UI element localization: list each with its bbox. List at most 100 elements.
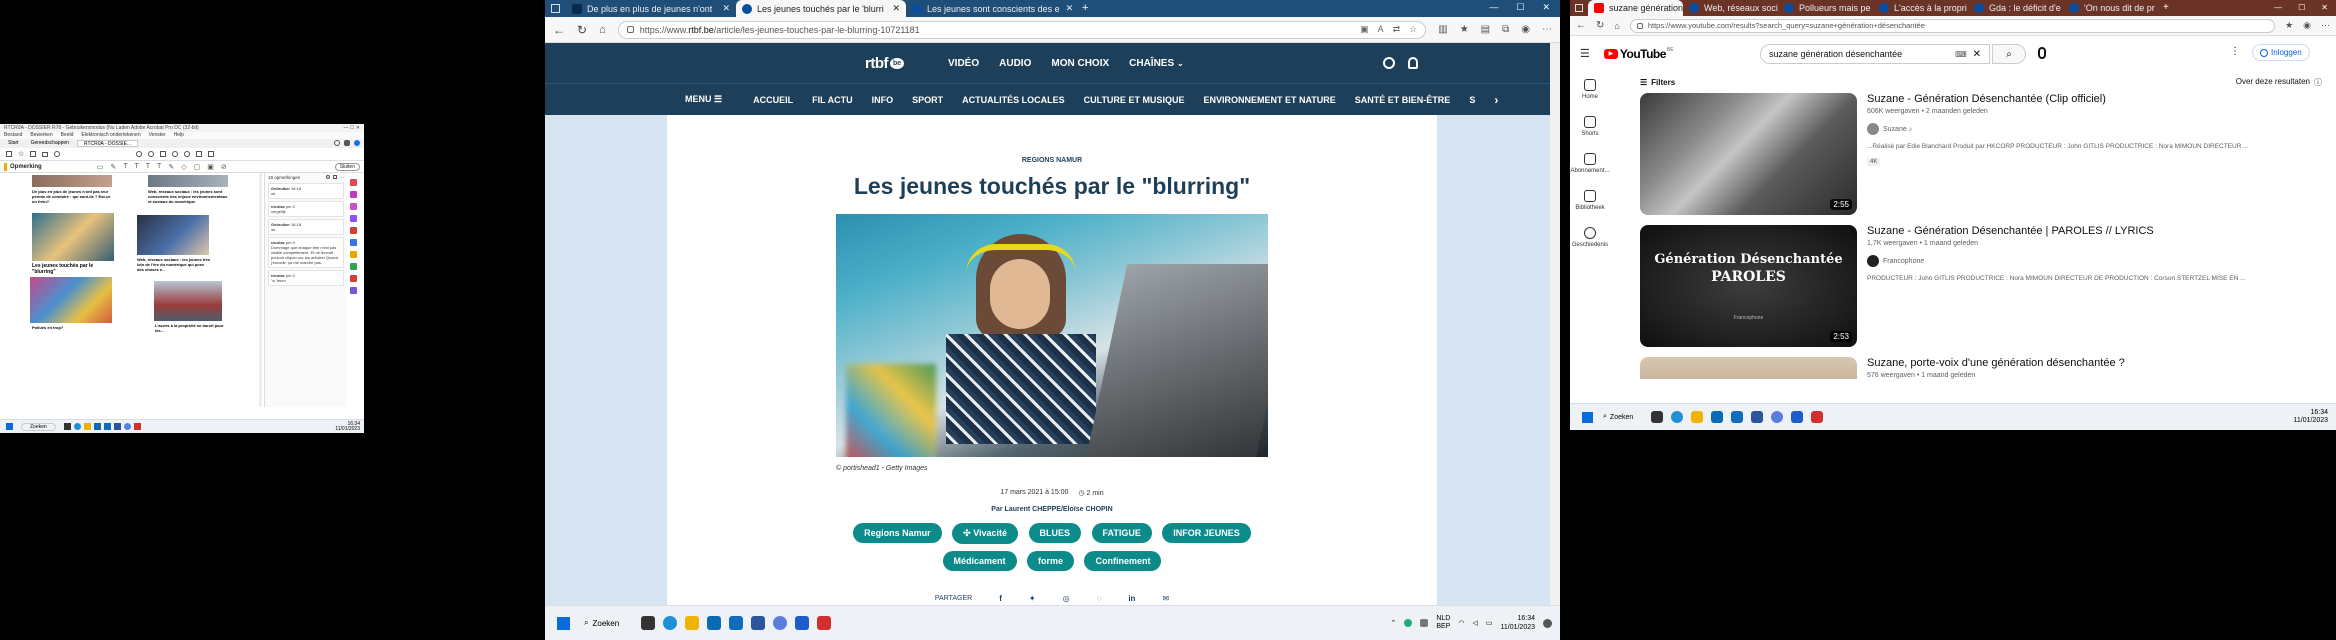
tab-document[interactable]: RTCR0A - DOSSIE... <box>76 140 139 147</box>
video-title[interactable]: Suzane, porte-voix d'une génération dése… <box>1867 357 2257 369</box>
highlight-icon[interactable]: ✎ <box>110 163 116 171</box>
tab[interactable]: De plus en plus de jeunes n'ont ✕ <box>566 0 736 17</box>
window-controls[interactable]: — ☐ ✕ <box>344 125 360 131</box>
nav-sport[interactable]: SPORT <box>912 95 943 105</box>
nav-video[interactable]: VIDÉO <box>948 58 979 69</box>
acrobat-icon[interactable] <box>133 423 141 430</box>
tool-icon[interactable] <box>349 251 357 258</box>
lang-indicator-2[interactable]: BEP <box>1436 623 1450 631</box>
edge-icon[interactable] <box>1671 411 1684 423</box>
more-icon[interactable]: ⋮ <box>2230 46 2240 57</box>
settings-more-icon[interactable]: ⋯ <box>1542 24 1552 35</box>
article-title[interactable]: De plus en plus de jeunes n'ont pas leur… <box>32 189 112 204</box>
article-title[interactable]: Web, réseaux sociaux : les jeunes sont c… <box>148 189 228 204</box>
video-result[interactable]: Suzane, porte-voix d'une génération dése… <box>1640 357 2322 379</box>
sidebar-item-shorts[interactable]: Shorts <box>1570 116 1610 137</box>
outlook-icon[interactable] <box>729 616 744 630</box>
article-kicker[interactable]: REGIONS NAMUR <box>667 157 1437 164</box>
comment-card[interactable]: nicolas pm 0 vergelijk <box>268 201 344 217</box>
menu-venster[interactable]: Venster <box>149 132 166 139</box>
close-window-icon[interactable]: ✕ <box>2321 3 2328 12</box>
home-icon[interactable] <box>6 151 12 157</box>
tag-vivacite[interactable]: ✣ Vivacité <box>952 523 1019 544</box>
nav-sante[interactable]: SANTÉ ET BIEN-ÊTRE <box>1355 95 1451 105</box>
translate-icon[interactable]: ⇄ <box>1393 24 1401 35</box>
tray-icon[interactable] <box>1420 619 1429 627</box>
explorer-icon[interactable] <box>1691 411 1704 423</box>
nav-accueil[interactable]: ACCUEIL <box>753 95 793 105</box>
explorer-icon[interactable] <box>685 616 700 630</box>
linkedin-icon[interactable]: in <box>1128 594 1135 603</box>
user-icon[interactable] <box>1408 57 1418 69</box>
word-icon[interactable] <box>113 423 121 430</box>
favorites-icon[interactable]: ★ <box>1460 24 1469 35</box>
channel-name[interactable]: Suzane ♪ <box>1883 126 1912 133</box>
explorer-icon[interactable] <box>83 423 91 430</box>
tray-chevron-icon[interactable]: ⌃ <box>1390 619 1396 627</box>
extensions-icon[interactable]: ⧉ <box>1502 24 1509 35</box>
minimize-icon[interactable]: — <box>1489 2 1498 13</box>
close-icon[interactable]: ✕ <box>1060 3 1074 14</box>
comment-card[interactable]: nicolas pm 0 '\o 'leum <box>268 270 344 286</box>
mail-icon[interactable] <box>42 151 49 157</box>
keyboard-icon[interactable]: ⌨ <box>1955 50 1967 59</box>
app-available-icon[interactable]: ▣ <box>1360 24 1369 35</box>
mic-icon[interactable] <box>2038 47 2046 59</box>
settings-more-icon[interactable]: ⋯ <box>2321 20 2330 31</box>
channel-avatar[interactable] <box>1867 123 1879 135</box>
video-thumbnail[interactable]: 2:55 <box>1640 93 1857 215</box>
article-title[interactable]: L'accès à la propriété se durcit pour le… <box>155 323 225 333</box>
windows-start-icon[interactable] <box>1582 411 1593 423</box>
sticky-note-icon[interactable]: ▭ <box>97 163 104 171</box>
tag-medicament[interactable]: Médicament <box>942 551 1017 571</box>
taskbar-search[interactable]: Zoeken <box>21 422 56 431</box>
tag-forme[interactable]: forme <box>1027 551 1075 571</box>
close-button[interactable]: Sluiten <box>334 162 360 171</box>
tab[interactable]: L'accès à la propri ✕ <box>1873 0 1968 16</box>
page-scrollbar[interactable] <box>1550 43 1560 605</box>
sidebar-item-library[interactable]: Bibliotheek <box>1570 190 1610 211</box>
search-icon[interactable] <box>54 151 61 157</box>
close-icon[interactable]: ✕ <box>2155 3 2158 14</box>
page-up-icon[interactable] <box>136 151 143 157</box>
outlook-icon[interactable] <box>1731 411 1744 423</box>
article-title[interactable]: Web, réseaux sociaux : les jeunes très l… <box>137 257 211 272</box>
textbox-icon[interactable]: T <box>157 163 161 171</box>
maximize-icon[interactable]: ☐ <box>2298 3 2305 12</box>
acrobat-icon[interactable] <box>1811 411 1824 423</box>
sidebar-item-subscriptions[interactable]: Abonnement... <box>1570 153 1610 174</box>
signin-button[interactable]: Inloggen <box>2252 44 2310 61</box>
shapes-icon[interactable]: ▢ <box>194 163 201 171</box>
tool-icon[interactable] <box>349 203 357 210</box>
messenger-icon[interactable]: ◌ <box>1097 594 1102 603</box>
tag-confinement[interactable]: Confinement <box>1084 551 1162 571</box>
maximize-icon[interactable]: ☐ <box>1516 2 1524 13</box>
filter-icon[interactable] <box>333 175 337 179</box>
acrobat-icon[interactable] <box>817 616 832 630</box>
nav-s[interactable]: S <box>1469 95 1475 105</box>
menu-bestand[interactable]: Bestand <box>4 132 22 139</box>
twitter-icon[interactable]: ✦ <box>1029 594 1036 603</box>
print-icon[interactable] <box>30 151 37 157</box>
tool-icon[interactable] <box>349 191 357 198</box>
zoom-in-icon[interactable] <box>184 151 191 157</box>
attach-icon[interactable]: ⊘ <box>221 163 227 171</box>
hand-icon[interactable] <box>160 151 167 157</box>
nav-audio[interactable]: AUDIO <box>999 58 1031 69</box>
whatsapp-icon[interactable]: ◎ <box>1063 594 1070 603</box>
refresh-icon[interactable]: ↻ <box>1596 20 1604 31</box>
tray-icon[interactable] <box>1404 619 1413 627</box>
outlook-icon[interactable] <box>103 423 111 430</box>
menu-help[interactable]: Help <box>174 132 184 139</box>
app-icon[interactable] <box>795 616 810 630</box>
replace-icon[interactable]: T <box>146 163 150 171</box>
filters-button[interactable]: ☰ Filters <box>1640 78 1675 87</box>
address-field[interactable]: https://www.youtube.com/results?search_q… <box>1629 18 2276 33</box>
windows-start-icon[interactable] <box>6 423 13 430</box>
tab[interactable]: Web, réseaux socia ✕ <box>1683 0 1778 16</box>
channel-avatar[interactable] <box>1867 255 1879 267</box>
battery-icon[interactable]: ▭ <box>1486 619 1493 627</box>
app-icon[interactable] <box>1711 411 1724 423</box>
menu-beeld[interactable]: Beeld <box>61 132 74 139</box>
comment-card[interactable]: nicolas pm 0 Dommage que chaque titre n'… <box>268 237 344 268</box>
